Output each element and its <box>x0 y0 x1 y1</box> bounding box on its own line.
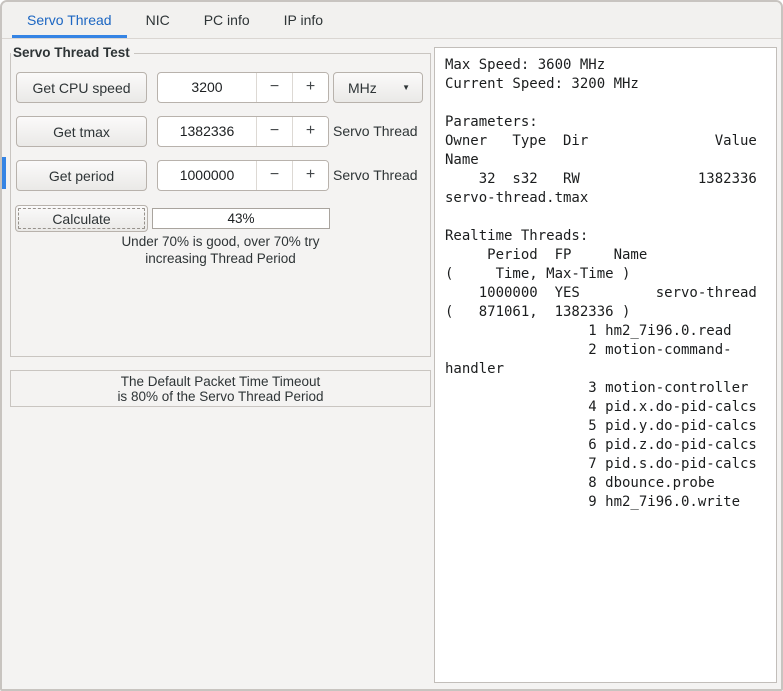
hal-output-text: Max Speed: 3600 MHz Current Speed: 3200 … <box>445 57 757 510</box>
app-window: Servo Thread NIC PC info IP info Servo T… <box>0 0 783 691</box>
tab-pc-info[interactable]: PC info <box>189 2 265 38</box>
output-panel: Max Speed: 3600 MHz Current Speed: 3200 … <box>434 47 777 683</box>
note-line-2: is 80% of the Servo Thread Period <box>117 388 324 404</box>
cpu-speed-decrement-button[interactable]: − <box>256 73 292 102</box>
hint-line-2: increasing Thread Period <box>145 251 296 266</box>
tab-nic-label: NIC <box>145 12 170 28</box>
tmax-thread-label: Servo Thread <box>333 123 418 139</box>
tmax-spinbox: 1382336 − + <box>157 116 329 147</box>
tab-ip-info-label: IP info <box>283 12 324 28</box>
unit-dropdown-value: MHz <box>348 79 377 96</box>
timeout-note-box: The Default Packet Time Timeout is 80% o… <box>10 370 431 407</box>
load-percentage-field[interactable]: 43% <box>152 208 330 229</box>
hint-text: Under 70% is good, over 70% try increasi… <box>11 233 430 267</box>
period-thread-label: Servo Thread <box>333 167 418 183</box>
period-increment-button[interactable]: + <box>292 161 328 190</box>
tab-pc-info-label: PC info <box>203 12 250 28</box>
tmax-decrement-button[interactable]: − <box>256 117 292 146</box>
period-decrement-button[interactable]: − <box>256 161 292 190</box>
hint-line-1: Under 70% is good, over 70% try <box>121 234 320 249</box>
left-accent-bar <box>2 157 6 189</box>
servo-thread-test-frame: Servo Thread Test Get CPU speed 3200 − +… <box>10 45 431 357</box>
get-period-button[interactable]: Get period <box>16 160 147 191</box>
tab-bar: Servo Thread NIC PC info IP info <box>2 2 781 39</box>
tab-servo-thread[interactable]: Servo Thread <box>12 2 127 38</box>
period-value[interactable]: 1000000 <box>158 161 256 190</box>
frame-title: Servo Thread Test <box>11 45 134 60</box>
cpu-speed-spinbox: 3200 − + <box>157 72 329 103</box>
period-spinbox: 1000000 − + <box>157 160 329 191</box>
cpu-speed-value[interactable]: 3200 <box>158 73 256 102</box>
unit-dropdown[interactable]: MHz ▼ <box>333 72 423 103</box>
get-tmax-button[interactable]: Get tmax <box>16 116 147 147</box>
tab-nic[interactable]: NIC <box>131 2 185 38</box>
calculate-button[interactable]: Calculate <box>15 205 148 232</box>
tab-servo-thread-label: Servo Thread <box>27 12 112 28</box>
chevron-down-icon: ▼ <box>402 83 410 92</box>
tmax-increment-button[interactable]: + <box>292 117 328 146</box>
tab-ip-info[interactable]: IP info <box>269 2 338 38</box>
note-line-1: The Default Packet Time Timeout <box>120 373 321 389</box>
get-cpu-speed-button[interactable]: Get CPU speed <box>16 72 147 103</box>
cpu-speed-increment-button[interactable]: + <box>292 73 328 102</box>
tmax-value[interactable]: 1382336 <box>158 117 256 146</box>
